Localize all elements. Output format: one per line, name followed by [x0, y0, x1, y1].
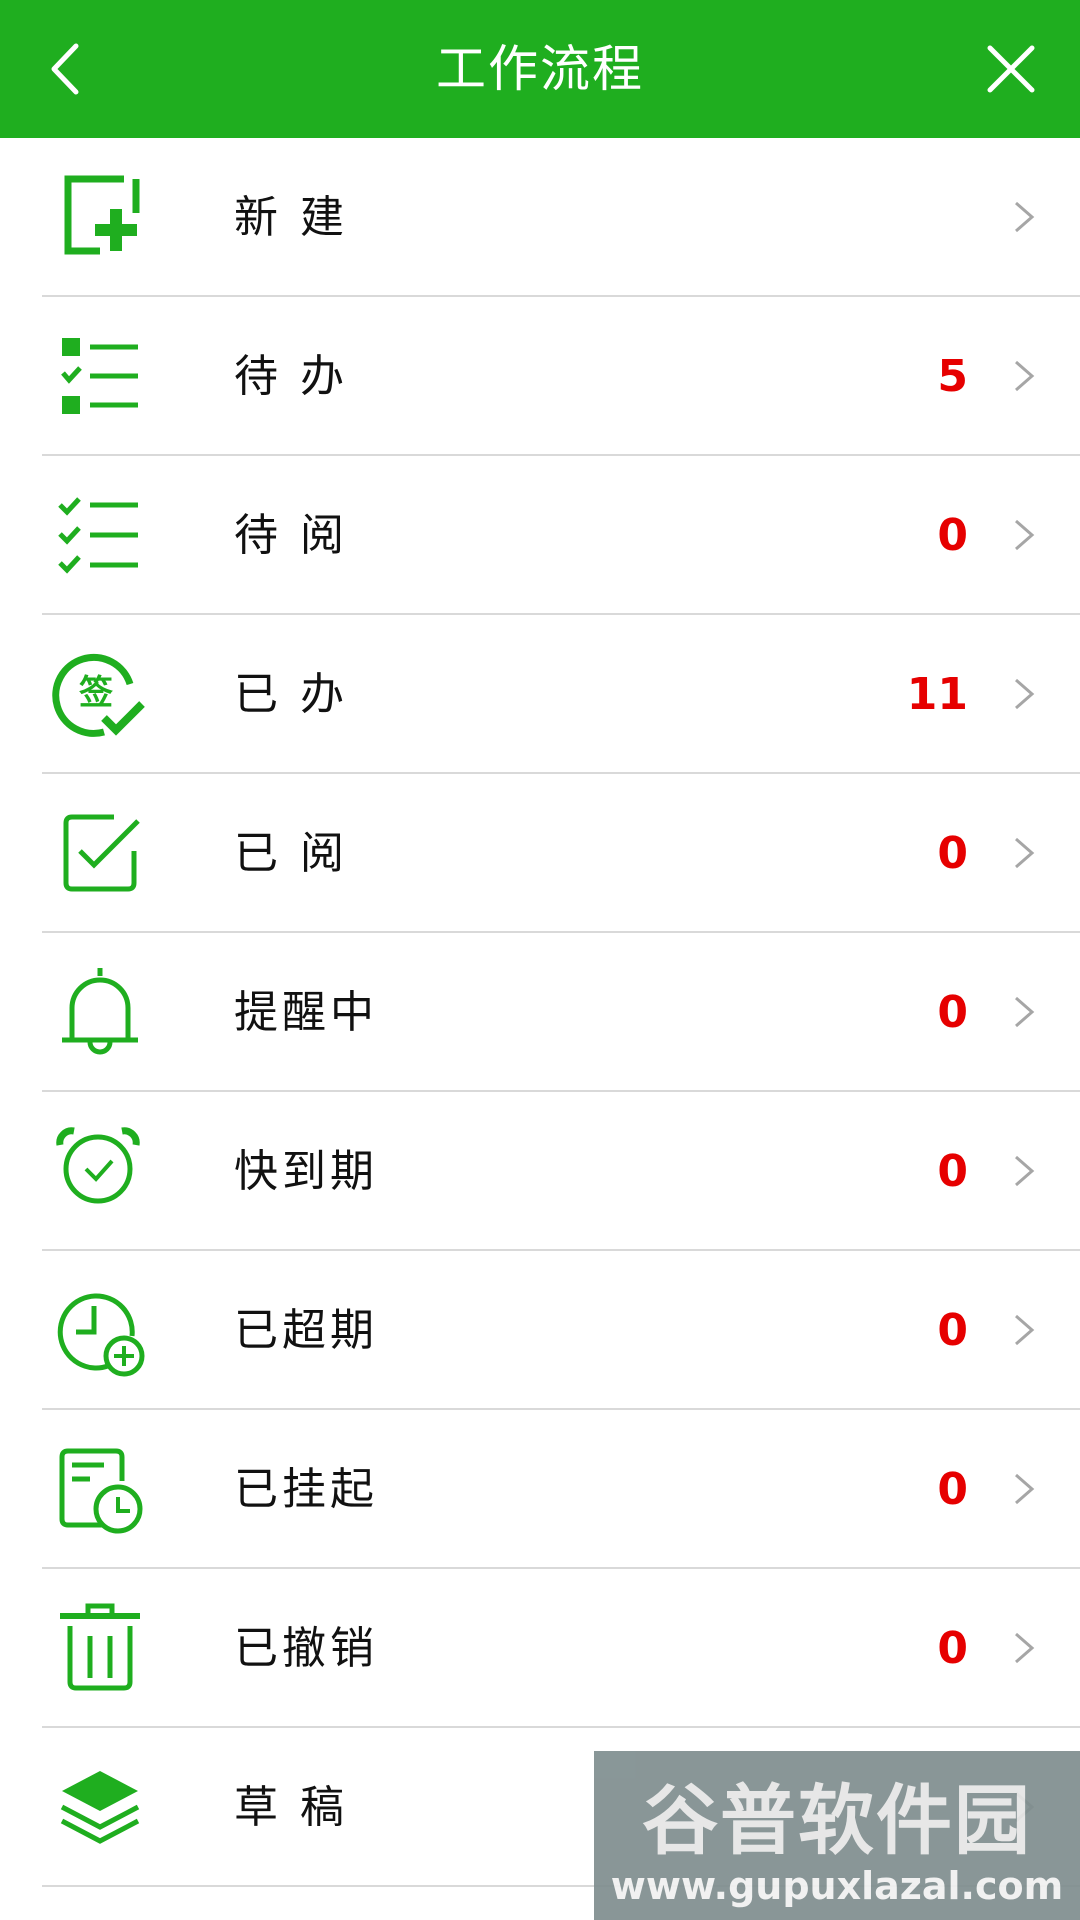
watermark-brand: 谷普软件园 — [642, 1776, 1032, 1865]
chevron-right-icon — [1015, 1632, 1035, 1664]
layers-icon — [60, 1771, 140, 1844]
menu-item-count: 0 — [937, 828, 968, 879]
menu-item-label: 提醒中 — [234, 987, 378, 1038]
menu-item-label: 草 稿 — [234, 1782, 348, 1833]
menu-item-label: 已 办 — [234, 669, 348, 720]
menu-item-label: 已 阅 — [234, 828, 348, 879]
watermark-url: www.gupuxlazal.com — [610, 1864, 1064, 1908]
to-read-checklist-icon — [58, 497, 138, 574]
todo-list-icon — [61, 338, 138, 414]
menu-item-label: 已撤销 — [234, 1623, 378, 1674]
menu-item-count: 0 — [937, 1146, 968, 1197]
menu-item-due-soon[interactable]: 快到期 0 — [42, 1092, 1080, 1251]
menu-item-count: 0 — [937, 1305, 968, 1356]
chevron-right-icon — [1015, 678, 1035, 710]
chevron-right-icon — [1015, 1473, 1035, 1505]
menu-item-label: 待 办 — [234, 351, 348, 402]
menu-item-overdue[interactable]: 已超期 0 — [42, 1251, 1080, 1410]
trash-icon — [60, 1603, 140, 1691]
svg-text:签: 签 — [79, 673, 113, 713]
menu-item-count: 0 — [937, 987, 968, 1038]
menu-item-label: 已挂起 — [234, 1464, 378, 1515]
signed-check-icon: 签 — [52, 653, 145, 737]
menu-item-label: 待 阅 — [234, 510, 348, 561]
watermark: 谷普软件园 www.gupuxlazal.com — [594, 1751, 1080, 1920]
menu-item-todo[interactable]: 待 办 5 — [42, 297, 1080, 456]
chevron-right-icon — [1015, 519, 1035, 551]
new-document-icon — [64, 175, 140, 255]
menu-item-reminding[interactable]: 提醒中 0 — [42, 933, 1080, 1092]
menu-item-suspended[interactable]: 已挂起 0 — [42, 1410, 1080, 1569]
chevron-right-icon — [1015, 837, 1035, 869]
menu-item-label: 已超期 — [234, 1305, 378, 1356]
document-clock-icon — [59, 1448, 143, 1534]
menu-item-to-read[interactable]: 待 阅 0 — [42, 456, 1080, 615]
clock-plus-icon — [57, 1293, 145, 1377]
chevron-right-icon — [1015, 360, 1035, 392]
menu-item-count: 0 — [937, 1464, 968, 1515]
chevron-right-icon — [1015, 1155, 1035, 1187]
page-title: 工作流程 — [436, 40, 644, 98]
close-icon[interactable] — [976, 34, 1046, 104]
menu-item-read[interactable]: 已 阅 0 — [42, 774, 1080, 933]
menu-item-done[interactable]: 签 已 办 11 — [42, 615, 1080, 774]
menu-item-count: 0 — [937, 510, 968, 561]
menu-item-new[interactable]: 新 建 — [42, 138, 1080, 297]
alarm-clock-icon — [56, 1127, 140, 1204]
bell-icon — [62, 968, 138, 1055]
title-bar: 工作流程 — [0, 0, 1080, 138]
menu-item-label: 新 建 — [234, 192, 348, 243]
chevron-right-icon — [1015, 996, 1035, 1028]
menu-item-count: 0 — [937, 1623, 968, 1674]
checkbox-checked-icon — [63, 814, 140, 892]
menu-item-count: 5 — [937, 351, 968, 402]
menu-item-revoked[interactable]: 已撤销 0 — [42, 1569, 1080, 1728]
workflow-menu-list: 新 建 待 办 5 待 阅 0 签 已 办 11 已 阅 0 提醒中 0 快到期… — [0, 138, 1080, 1887]
menu-item-label: 快到期 — [234, 1146, 378, 1197]
chevron-right-icon — [1015, 1314, 1035, 1346]
chevron-right-icon — [1015, 201, 1035, 233]
menu-item-count: 11 — [906, 669, 968, 720]
